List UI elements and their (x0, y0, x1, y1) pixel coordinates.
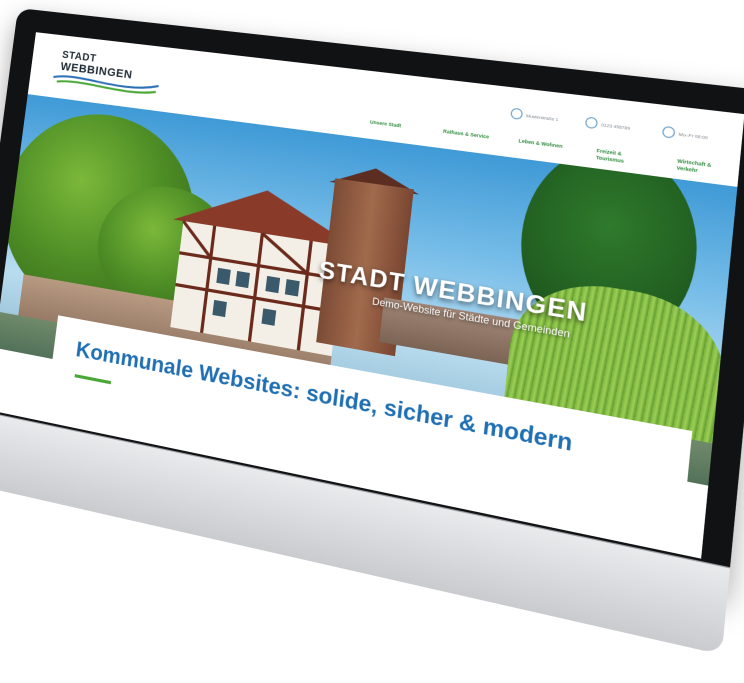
contact-item-hours[interactable]: Mo–Fr 08:00 (661, 125, 725, 145)
contact-text: Musterstraße 1 (525, 112, 559, 122)
phone-icon (584, 116, 599, 130)
location-icon (510, 107, 524, 121)
imac-mockup: STADT WEBBINGEN Musterstraße 1 0123 4567… (0, 0, 744, 655)
headline-underline (74, 374, 112, 385)
contact-item-address[interactable]: Musterstraße 1 (510, 107, 569, 125)
contact-item-phone[interactable]: 0123 456789 (584, 116, 646, 135)
monitor: STADT WEBBINGEN Musterstraße 1 0123 4567… (0, 8, 744, 683)
clock-icon (661, 125, 676, 139)
contact-text: 0123 456789 (600, 121, 631, 131)
contact-text: Mo–Fr 08:00 (678, 130, 709, 140)
contact-strip: Musterstraße 1 0123 456789 Mo–Fr 08:00 (510, 107, 724, 144)
site-logo[interactable]: STADT WEBBINGEN (41, 44, 164, 99)
